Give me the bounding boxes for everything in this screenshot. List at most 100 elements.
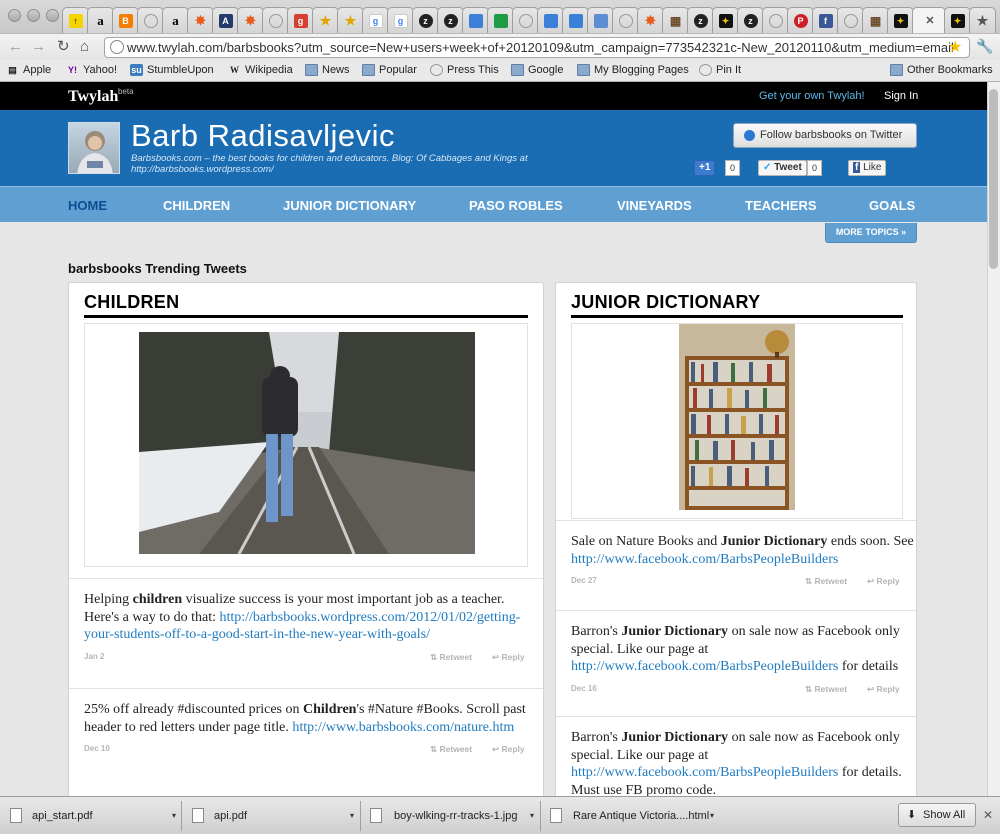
browser-tab[interactable]: z xyxy=(437,7,464,33)
browser-tab[interactable] xyxy=(462,7,489,33)
address-bar[interactable]: www.twylah.com/barbsbooks?utm_source=New… xyxy=(104,37,970,58)
get-your-own-link[interactable]: Get your own Twylah! xyxy=(759,90,865,102)
nav-home[interactable]: HOME xyxy=(68,198,107,213)
panel-title[interactable]: CHILDREN xyxy=(84,292,179,313)
home-icon[interactable]: ⌂ xyxy=(80,38,89,56)
browser-tab[interactable] xyxy=(537,7,564,33)
browser-tab[interactable]: ✸ xyxy=(237,7,264,33)
browser-tab[interactable]: g xyxy=(387,7,414,33)
facebook-like-button[interactable]: f Like xyxy=(848,160,887,176)
browser-tab[interactable]: g xyxy=(362,7,389,33)
nav-teachers[interactable]: TEACHERS xyxy=(745,198,817,213)
browser-tab[interactable]: a xyxy=(162,7,189,33)
close-tab-icon[interactable]: ✕ xyxy=(925,14,934,27)
browser-tab[interactable] xyxy=(587,7,614,33)
reply-action[interactable]: ↩ Reply xyxy=(867,576,900,587)
download-item[interactable]: api.pdf ▾ xyxy=(186,803,358,829)
twylah-logo[interactable]: Twylah xyxy=(68,88,118,106)
close-window-button[interactable] xyxy=(8,9,21,22)
browser-tab[interactable]: ★ xyxy=(312,7,339,33)
browser-tab[interactable]: ✸ xyxy=(637,7,664,33)
bookmark-star-icon[interactable]: ★ xyxy=(948,37,962,57)
bookmark-pin-it[interactable]: Pin It xyxy=(699,64,741,76)
browser-tab[interactable]: g xyxy=(287,7,314,33)
download-item[interactable]: api_start.pdf ▾ xyxy=(4,803,180,829)
browser-tab[interactable]: z xyxy=(737,7,764,33)
nav-children[interactable]: CHILDREN xyxy=(163,198,230,213)
nav-vineyards[interactable]: VINEYARDS xyxy=(617,198,692,213)
back-icon[interactable]: ← xyxy=(8,38,23,56)
browser-tab[interactable]: ✦ xyxy=(712,7,739,33)
browser-tab[interactable]: ✦ xyxy=(944,7,971,33)
bookmark-news[interactable]: News xyxy=(305,64,350,76)
browser-tab[interactable]: B xyxy=(112,7,139,33)
browser-tab[interactable] xyxy=(562,7,589,33)
minimize-window-button[interactable] xyxy=(27,9,40,22)
bookmark-google[interactable]: Google xyxy=(511,64,563,76)
close-downloads-icon[interactable]: ✕ xyxy=(983,808,993,822)
browser-tab[interactable]: z xyxy=(412,7,439,33)
download-item[interactable]: boy-wlking-rr-tracks-1.jpg ▾ xyxy=(364,803,538,829)
retweet-action[interactable]: ⇅ Retweet xyxy=(430,652,472,663)
tweet-link[interactable]: http://www.facebook.com/BarbsPeopleBuild… xyxy=(571,765,838,780)
tweet-link[interactable]: http://www.barbsbooks.com/nature.htm xyxy=(292,720,514,735)
browser-tab[interactable] xyxy=(762,7,789,33)
bookmark-my-blogging-pages[interactable]: My Blogging Pages xyxy=(577,64,689,76)
zoom-window-button[interactable] xyxy=(46,9,59,22)
browser-tab[interactable]: z xyxy=(687,7,714,33)
more-topics-button[interactable]: MORE TOPICS » xyxy=(825,223,917,243)
reply-action[interactable]: ↩ Reply xyxy=(867,684,900,695)
bookshelf-photo[interactable] xyxy=(679,324,795,510)
chevron-down-icon[interactable]: ▾ xyxy=(530,803,534,829)
nav-goals[interactable]: GOALS xyxy=(869,198,915,213)
browser-tab[interactable] xyxy=(512,7,539,33)
sign-in-link[interactable]: Sign In xyxy=(884,90,918,102)
browser-tab[interactable]: P xyxy=(787,7,814,33)
bookmark-other[interactable]: Other Bookmarks xyxy=(890,64,993,76)
tweet-button[interactable]: ✓ Tweet xyxy=(758,160,807,176)
retweet-action[interactable]: ⇅ Retweet xyxy=(805,684,847,695)
chevron-down-icon[interactable]: ▾ xyxy=(710,803,714,829)
reload-icon[interactable]: ↻ xyxy=(57,38,70,56)
browser-tab[interactable]: ▦ xyxy=(662,7,689,33)
bookmark-wikipedia[interactable]: W Wikipedia xyxy=(228,64,293,76)
browser-tab[interactable]: f xyxy=(812,7,839,33)
browser-tab[interactable]: ✸ xyxy=(187,7,214,33)
chevron-down-icon[interactable]: ▾ xyxy=(350,803,354,829)
nav-paso-robles[interactable]: PASO ROBLES xyxy=(469,198,563,213)
browser-tab[interactable] xyxy=(837,7,864,33)
browser-tab[interactable]: ▦ xyxy=(862,7,889,33)
browser-tab[interactable]: A xyxy=(212,7,239,33)
tweet-link[interactable]: http://www.facebook.com/BarbsPeopleBuild… xyxy=(571,552,838,567)
chevron-down-icon[interactable]: ▾ xyxy=(172,803,176,829)
bookmark-yahoo[interactable]: Y! Yahoo! xyxy=(66,64,117,76)
browser-tab[interactable] xyxy=(262,7,289,33)
browser-tab[interactable]: ✦ xyxy=(887,7,914,33)
bookmark-apple[interactable]: ▤ Apple xyxy=(6,64,51,76)
browser-tab[interactable]: ★ xyxy=(337,7,364,33)
browser-tab[interactable] xyxy=(487,7,514,33)
bookmark-popular[interactable]: Popular xyxy=(362,64,417,76)
follow-on-twitter-button[interactable]: Follow barbsbooks on Twitter xyxy=(733,123,917,148)
browser-tab[interactable]: ★ xyxy=(969,7,996,33)
reply-action[interactable]: ↩ Reply xyxy=(492,744,525,755)
nav-junior-dictionary[interactable]: JUNIOR DICTIONARY xyxy=(283,198,416,213)
retweet-action[interactable]: ⇅ Retweet xyxy=(430,744,472,755)
page-info-icon[interactable] xyxy=(110,40,124,54)
google-plus-one-button[interactable]: +1 xyxy=(694,160,716,176)
tweet-link[interactable]: http://www.facebook.com/BarbsPeopleBuild… xyxy=(571,659,838,674)
boy-walking-railroad-tracks-photo[interactable] xyxy=(139,332,475,554)
browser-tab-active[interactable]: ✕ xyxy=(912,7,946,33)
reply-action[interactable]: ↩ Reply xyxy=(492,652,525,663)
panel-title[interactable]: JUNIOR DICTIONARY xyxy=(571,292,760,313)
browser-tab[interactable] xyxy=(137,7,164,33)
browser-tab[interactable]: ↑ xyxy=(62,7,89,33)
browser-tab[interactable]: a xyxy=(87,7,114,33)
show-all-downloads-button[interactable]: ⬇ Show All xyxy=(898,803,976,827)
browser-tab[interactable] xyxy=(612,7,639,33)
bookmark-stumbleupon[interactable]: su StumbleUpon xyxy=(130,64,214,76)
bookmark-press-this[interactable]: Press This xyxy=(430,64,499,76)
scrollbar-thumb[interactable] xyxy=(989,89,998,269)
retweet-action[interactable]: ⇅ Retweet xyxy=(805,576,847,587)
wrench-icon[interactable]: 🔧 xyxy=(976,38,993,55)
